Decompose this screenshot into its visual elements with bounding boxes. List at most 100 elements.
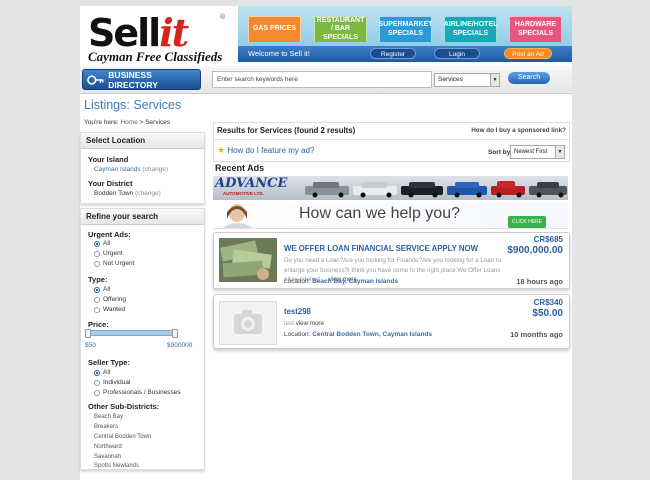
- woman-photo: [222, 204, 254, 228]
- select-location-header: Select Location: [81, 133, 204, 149]
- sort-select[interactable]: Newest First ▼: [510, 145, 565, 159]
- sub-district-link[interactable]: Northward: [94, 444, 122, 450]
- recent-ads-title: Recent Ads: [215, 163, 265, 173]
- price-max-handle[interactable]: [172, 329, 178, 338]
- listing-price: $50.00: [532, 308, 563, 319]
- location-area-link[interactable]: Beach Bay: [312, 278, 345, 285]
- business-directory-label: BUSINESS DIRECTORY: [108, 69, 158, 90]
- seller-radio-all[interactable]: All: [94, 369, 110, 376]
- search-button[interactable]: Search: [508, 72, 550, 84]
- seller-radio-professionals[interactable]: Professionals / Businesses: [94, 389, 181, 396]
- results-summary: Results for Services (found 2 results): [217, 126, 356, 135]
- sub-district-link[interactable]: Central Bodden Town: [94, 434, 151, 440]
- sub-district-link[interactable]: Beach Bay: [94, 414, 123, 420]
- page: Sellit ® Cayman Free Classifieds GAS PRI…: [80, 6, 572, 480]
- breadcrumb: You're here: Home > Services: [84, 119, 171, 126]
- urgent-radio-not-urgent[interactable]: Not Urgent: [94, 260, 134, 267]
- feature-ad-link[interactable]: How do I feature my ad?: [227, 146, 314, 155]
- breadcrumb-current: Services: [145, 119, 171, 126]
- price-max-value: $900000: [167, 342, 193, 349]
- click-here-button[interactable]: CLICK HERE: [508, 216, 546, 228]
- money-photo[interactable]: [219, 238, 277, 282]
- view-more-link[interactable]: view more: [296, 320, 324, 327]
- district-label: Your District: [88, 179, 133, 188]
- type-radio-offering[interactable]: Offering: [94, 296, 126, 303]
- listing-cr: CR$685: [533, 235, 563, 244]
- listing-location: Location: Beach Bay, Cayman Islands: [284, 278, 399, 285]
- nav-restaurant-specials[interactable]: RESTAURANT / BAR SPECIALS: [314, 16, 367, 42]
- listing-title[interactable]: test298: [284, 307, 311, 316]
- listing-location: Location: Central Bodden Town, Cayman Is…: [284, 331, 433, 338]
- listing-card[interactable]: test298 CR$340 $50.00 test view more Loc…: [213, 294, 570, 349]
- island-change-link[interactable]: (change): [142, 166, 168, 173]
- listing-cr: CR$340: [533, 298, 563, 307]
- star-icon: ★: [217, 145, 226, 155]
- chevron-down-icon: ▼: [490, 74, 499, 86]
- sub-district-link[interactable]: Savannah: [94, 454, 121, 460]
- sub-districts-label: Other Sub-Districts:: [88, 402, 160, 411]
- sub-district-link[interactable]: Spotts Newlands: [94, 463, 139, 469]
- logo-registered-mark: ®: [220, 14, 226, 21]
- search-input[interactable]: [212, 71, 432, 88]
- type-label: Type:: [88, 275, 108, 284]
- listing-time: 10 months ago: [510, 330, 563, 339]
- listing-description: test view more: [284, 320, 324, 327]
- island-row: Cayman Islands (change): [94, 166, 168, 173]
- sponsored-link[interactable]: How do I buy a sponsored link?: [471, 127, 566, 134]
- logo-tagline: Cayman Free Classifieds: [88, 49, 223, 64]
- district-row: Bodden Town (change): [94, 190, 161, 197]
- image-placeholder[interactable]: [219, 301, 277, 345]
- nav-gas-prices[interactable]: GAS PRICES: [248, 16, 301, 42]
- login-button[interactable]: Login: [434, 48, 480, 59]
- advance-automotive-banner[interactable]: ADVANCE AUTOMOTIVE LTD.: [213, 176, 568, 200]
- search-bar: BUSINESS DIRECTORY Services ▼ Search: [80, 66, 572, 94]
- seller-radio-individual[interactable]: Individual: [94, 379, 130, 386]
- welcome-text: Welcome to Sell it!: [248, 49, 310, 58]
- nav-supermarket-specials[interactable]: SUPERMARKET SPECIALS: [378, 16, 433, 42]
- district-change-link[interactable]: (change): [135, 190, 161, 197]
- location-area-link[interactable]: Central Bodden Town: [312, 331, 379, 338]
- type-radio-all[interactable]: All: [94, 286, 110, 293]
- chevron-down-icon: ▼: [555, 146, 564, 158]
- price-slider[interactable]: [85, 329, 178, 338]
- sub-district-link[interactable]: Breakers: [94, 424, 118, 430]
- island-label: Your Island: [88, 155, 129, 164]
- cars-illustration: [305, 181, 567, 198]
- price-min-handle[interactable]: [85, 329, 91, 338]
- banner-brand: ADVANCE: [215, 176, 288, 191]
- site-logo[interactable]: Sellit ® Cayman Free Classifieds: [86, 10, 236, 68]
- feature-ad-row[interactable]: ★ How do I feature my ad?: [217, 145, 314, 156]
- urgent-ads-label: Urgent Ads:: [88, 230, 131, 239]
- post-ad-button[interactable]: Post an Ad: [504, 48, 552, 59]
- help-banner-text: How can we help you?: [299, 205, 460, 222]
- banner-brand-sub: AUTOMOTIVE LTD.: [223, 191, 264, 196]
- location-island-link[interactable]: Cayman Islands: [383, 331, 433, 338]
- location-island-link[interactable]: Cayman Islands: [349, 278, 399, 285]
- urgent-radio-urgent[interactable]: Urgent: [94, 250, 123, 257]
- register-button[interactable]: Register: [370, 48, 416, 59]
- price-label: Price:: [88, 320, 109, 329]
- listing-card[interactable]: WE OFFER LOAN FINANCIAL SERVICE APPLY NO…: [213, 232, 570, 289]
- urgent-radio-all[interactable]: All: [94, 240, 110, 247]
- help-banner[interactable]: How can we help you? CLICK HERE: [213, 203, 568, 229]
- business-directory-button[interactable]: BUSINESS DIRECTORY: [82, 69, 201, 90]
- camera-icon: [234, 310, 262, 334]
- nav-airline-hotel-specials[interactable]: AIRLINE/HOTEL SPECIALS: [444, 16, 497, 42]
- results-header: Results for Services (found 2 results) H…: [213, 122, 570, 162]
- listing-time: 18 hours ago: [516, 277, 563, 286]
- refine-search-panel: Refine your search Urgent Ads: All Urgen…: [80, 208, 205, 470]
- breadcrumb-home[interactable]: Home: [120, 119, 137, 126]
- category-select[interactable]: Services ▼: [434, 73, 500, 87]
- listing-title[interactable]: WE OFFER LOAN FINANCIAL SERVICE APPLY NO…: [284, 244, 478, 253]
- type-radio-wanted[interactable]: Wanted: [94, 306, 125, 313]
- user-bar: Welcome to Sell it! Register Login Post …: [238, 46, 572, 62]
- district-value: Bodden Town: [94, 190, 134, 197]
- nav-hardware-specials[interactable]: HARDWARE SPECIALS: [509, 16, 562, 42]
- sort-select-value: Newest First: [514, 149, 548, 155]
- key-icon: [87, 74, 104, 85]
- page-title: Listings: Services: [84, 98, 182, 112]
- price-min-value: $50: [85, 342, 96, 349]
- refine-search-header: Refine your search: [81, 209, 204, 225]
- category-select-value: Services: [438, 76, 463, 83]
- island-value[interactable]: Cayman Islands: [94, 166, 141, 173]
